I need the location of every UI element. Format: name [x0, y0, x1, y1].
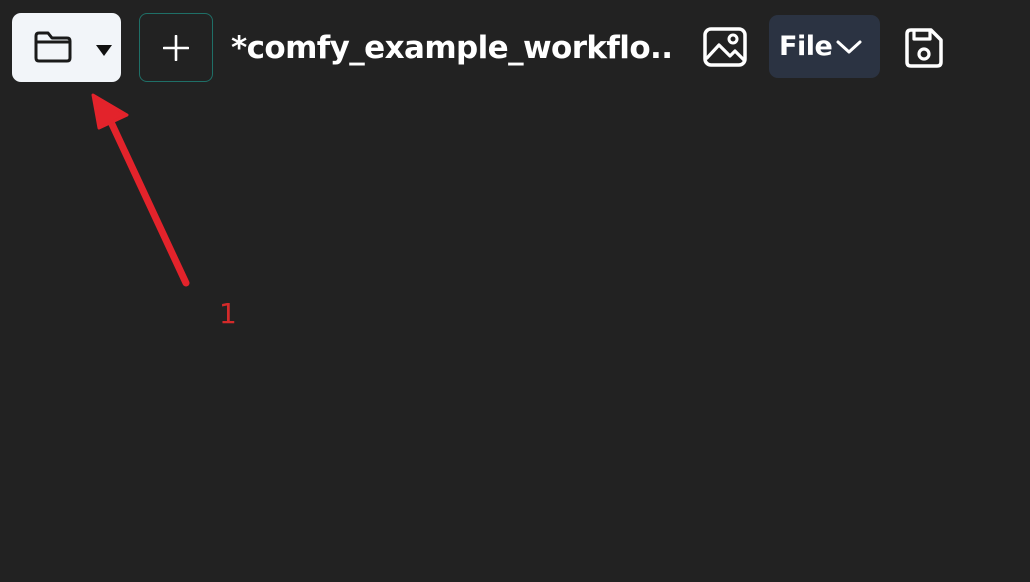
- folder-icon: [34, 31, 72, 63]
- new-workflow-button[interactable]: [139, 13, 213, 82]
- save-icon: [905, 28, 943, 68]
- save-button[interactable]: [899, 24, 947, 72]
- workflow-browser-button[interactable]: [12, 13, 121, 82]
- caret-down-icon: [96, 45, 112, 56]
- canvas-area: *comfy_example_workflo... File 1: [0, 0, 1030, 582]
- annotation-number: 1: [219, 297, 237, 330]
- plus-icon: [163, 35, 189, 61]
- image-icon: [703, 27, 747, 67]
- chevron-down-icon: [836, 40, 862, 54]
- file-menu-button[interactable]: File: [769, 15, 880, 78]
- workflow-title[interactable]: *comfy_example_workflo...: [231, 24, 671, 72]
- image-export-button[interactable]: [700, 22, 750, 72]
- file-menu-label: File: [779, 31, 833, 62]
- top-toolbar: *comfy_example_workflo... File: [0, 0, 1030, 100]
